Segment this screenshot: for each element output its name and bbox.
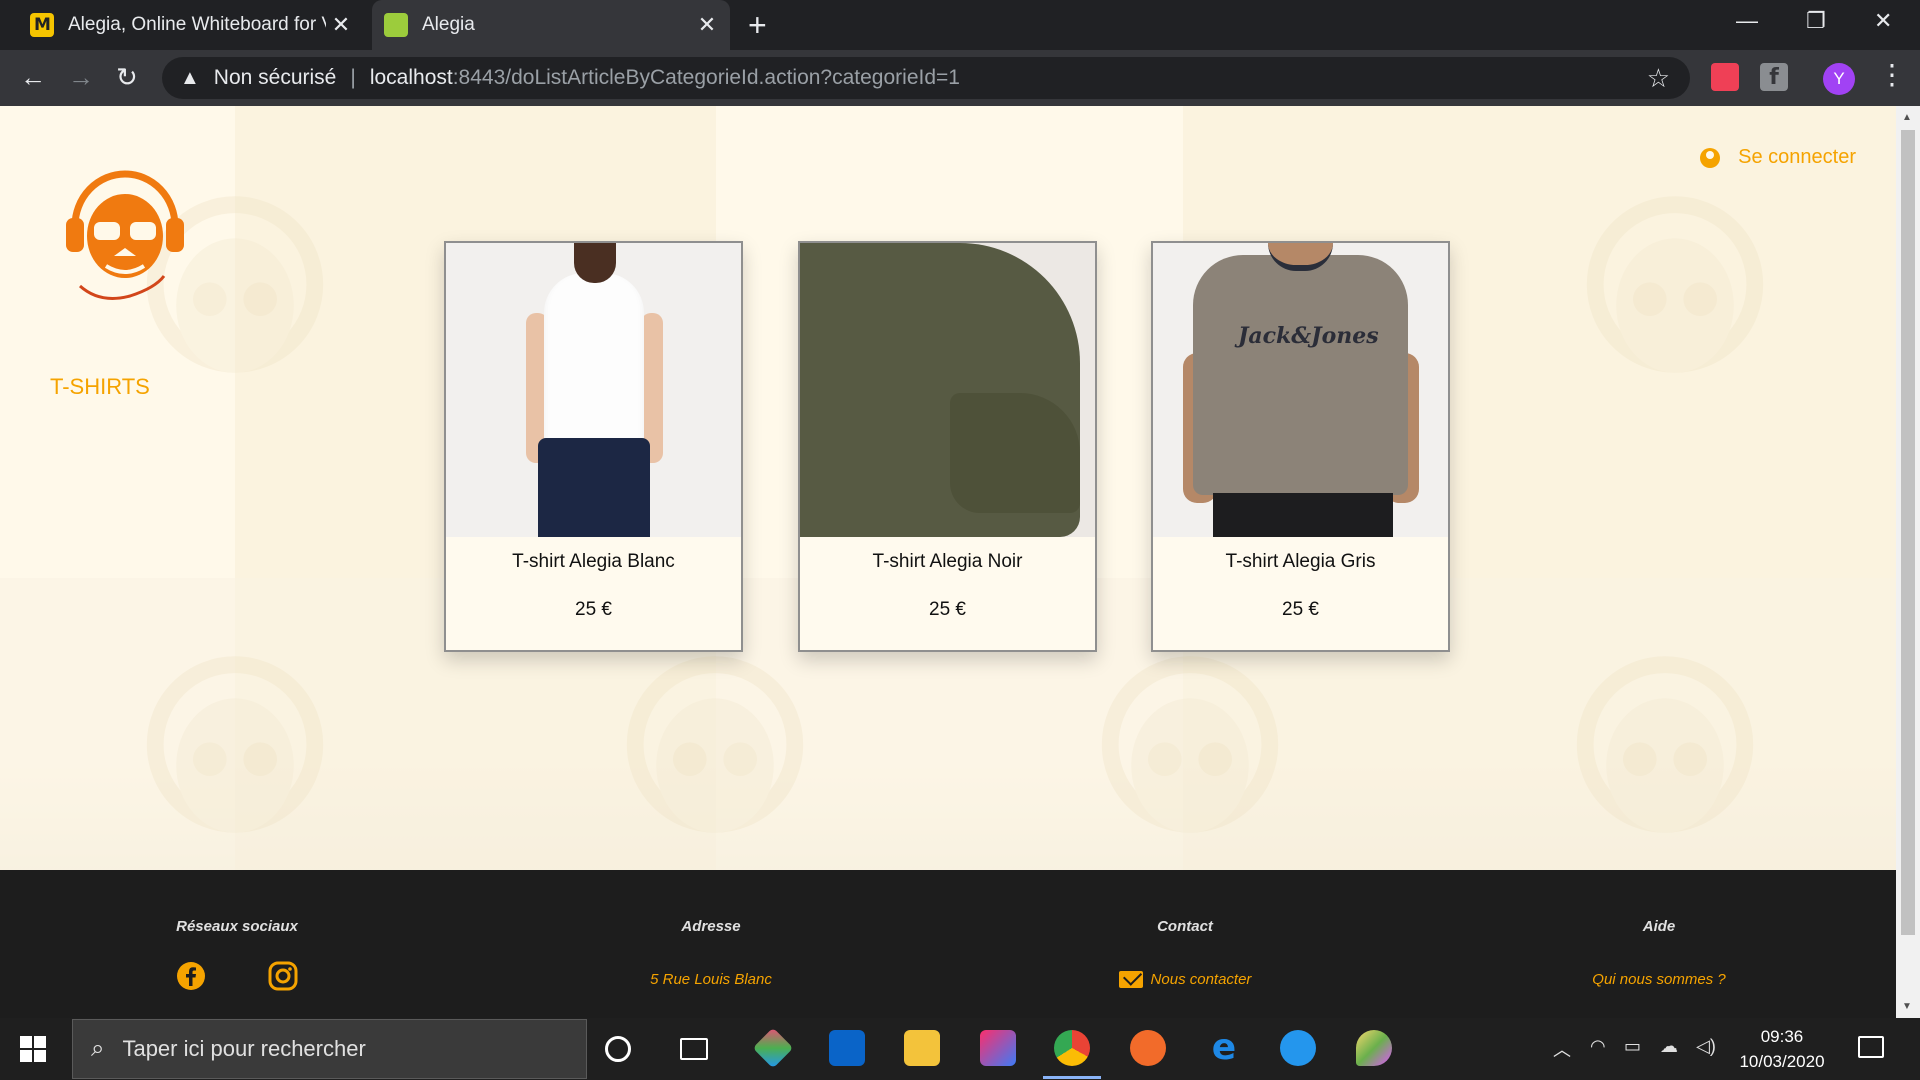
mail-app-icon[interactable] <box>829 1030 865 1066</box>
scroll-down-icon[interactable]: ▼ <box>1902 1001 1912 1012</box>
footer-heading: Aide <box>1642 918 1676 935</box>
taskbar-clock[interactable]: 09:36 10/03/2020 <box>1732 1024 1832 1074</box>
product-price: 25 € <box>929 599 966 620</box>
product-price: 25 € <box>575 599 612 620</box>
address-bar: ← → ↻ ▲ Non sécurisé | localhost :8443/d… <box>0 50 1920 106</box>
footer-heading: Réseaux sociaux <box>176 918 298 935</box>
notification-icon[interactable] <box>1858 1036 1884 1058</box>
skull-watermark-icon <box>130 646 340 906</box>
alegia-logo[interactable] <box>60 156 190 316</box>
skull-watermark-icon <box>1085 646 1295 906</box>
tab-title: Alegia, Online Whiteboard for Vi <box>68 14 326 35</box>
clock-date: 10/03/2020 <box>1739 1052 1825 1071</box>
footer-contact: Contact Nous contacter <box>948 870 1422 988</box>
profile-avatar[interactable]: Y <box>1823 63 1855 95</box>
browser-tab-bar: Alegia, Online Whiteboard for Vi ✕ Alegi… <box>0 0 1920 50</box>
product-price: 25 € <box>1282 599 1319 620</box>
warning-icon: ▲ <box>180 66 200 89</box>
facebook-icon[interactable] <box>176 961 206 991</box>
task-view-icon[interactable] <box>680 1038 708 1060</box>
site-footer: Réseaux sociaux Adresse 5 Rue Louis Blan… <box>0 870 1896 1018</box>
product-print-text: Jack&Jones <box>1238 323 1379 349</box>
restore-button[interactable]: ❐ <box>1806 8 1826 34</box>
footer-address: Adresse 5 Rue Louis Blanc <box>474 870 948 988</box>
tab-close-icon[interactable]: ✕ <box>692 12 722 38</box>
url-separator: | <box>350 66 356 89</box>
scrollbar-thumb[interactable] <box>1901 130 1915 935</box>
browser-menu-icon[interactable]: ⋮ <box>1878 60 1906 90</box>
gitkraken-icon[interactable] <box>752 1027 794 1069</box>
chrome-icon[interactable] <box>1054 1030 1090 1066</box>
footer-heading: Adresse <box>681 918 741 935</box>
miro-favicon-icon <box>30 13 54 37</box>
paint-icon[interactable] <box>1356 1030 1392 1066</box>
user-icon <box>1700 147 1721 168</box>
battery-icon[interactable]: ▭ <box>1624 1036 1641 1057</box>
docker-icon[interactable] <box>1280 1030 1316 1066</box>
instagram-icon[interactable] <box>268 961 298 991</box>
minimize-button[interactable]: — <box>1736 8 1758 34</box>
footer-heading: Contact <box>1157 918 1213 935</box>
onedrive-icon[interactable]: ☁ <box>1660 1036 1678 1057</box>
facebook-extension-icon[interactable]: f <box>1760 63 1788 91</box>
login-link[interactable]: Se connecter <box>1700 146 1856 169</box>
product-image[interactable] <box>446 243 741 537</box>
tab-close-icon[interactable]: ✕ <box>326 12 356 38</box>
postman-icon[interactable] <box>1130 1030 1166 1066</box>
skull-watermark-icon <box>610 646 820 906</box>
forward-button[interactable]: → <box>68 62 94 92</box>
product-name: T-shirt Alegia Blanc <box>512 551 675 572</box>
volume-icon[interactable]: ◁) <box>1696 1036 1716 1057</box>
windows-taskbar: ⌕ Taper ici pour rechercher e ︿ ◠ ▭ ☁ ◁)… <box>0 1018 1920 1080</box>
url-host: localhost <box>369 66 453 89</box>
page-scrollbar[interactable]: ▲ ▼ <box>1896 106 1920 1018</box>
leaf-favicon-icon <box>384 13 408 37</box>
tab-title: Alegia <box>422 14 475 35</box>
skull-watermark-icon <box>1560 646 1770 906</box>
taskbar-search-input[interactable]: ⌕ Taper ici pour rechercher <box>72 1019 587 1079</box>
contact-label: Nous contacter <box>1150 971 1252 988</box>
edge-icon[interactable]: e <box>1206 1030 1242 1066</box>
pocket-extension-icon[interactable] <box>1711 63 1739 91</box>
contact-link[interactable]: Nous contacter <box>948 971 1422 988</box>
about-link[interactable]: Qui nous sommes ? <box>1422 971 1896 988</box>
tab-alegia[interactable]: Alegia ✕ <box>372 0 730 50</box>
footer-social: Réseaux sociaux <box>0 870 474 991</box>
product-card[interactable]: T-shirt Alegia Noir 25 € <box>798 241 1097 652</box>
login-label: Se connecter <box>1738 146 1856 168</box>
reload-button[interactable]: ↻ <box>116 62 138 92</box>
product-name: T-shirt Alegia Noir <box>872 551 1023 572</box>
scroll-up-icon[interactable]: ▲ <box>1902 112 1912 123</box>
url-field[interactable]: ▲ Non sécurisé | localhost :8443/doListA… <box>162 57 1690 99</box>
skull-watermark-icon <box>1570 186 1780 446</box>
tray-chevron-icon[interactable]: ︿ <box>1553 1036 1571 1062</box>
product-card[interactable]: T-shirt Alegia Blanc 25 € <box>444 241 743 652</box>
windows-start-icon[interactable] <box>20 1036 46 1062</box>
product-name: T-shirt Alegia Gris <box>1225 551 1376 572</box>
mail-icon <box>1118 971 1143 988</box>
back-button[interactable]: ← <box>20 62 46 92</box>
search-placeholder: Taper ici pour rechercher <box>122 1036 366 1061</box>
sidebar-item-tshirts[interactable]: T-SHIRTS <box>50 374 150 400</box>
security-label[interactable]: Non sécurisé <box>214 66 337 90</box>
tab-miro[interactable]: Alegia, Online Whiteboard for Vi ✕ <box>18 0 364 50</box>
network-icon[interactable]: ◠ <box>1590 1036 1606 1057</box>
window-close-button[interactable]: ✕ <box>1874 8 1892 34</box>
clock-time: 09:36 <box>1760 1027 1804 1046</box>
url-path: :8443/doListArticleByCategorieId.action?… <box>452 66 960 89</box>
new-tab-button[interactable]: + <box>748 8 767 42</box>
active-app-indicator <box>1043 1076 1101 1079</box>
bookmark-star-icon[interactable]: ☆ <box>1647 63 1670 94</box>
cortana-icon[interactable] <box>605 1036 631 1062</box>
product-card[interactable]: Jack&Jones T-shirt Alegia Gris 25 € <box>1151 241 1450 652</box>
file-explorer-icon[interactable] <box>904 1030 940 1066</box>
product-image[interactable] <box>800 243 1095 537</box>
intellij-icon[interactable] <box>980 1030 1016 1066</box>
address-text: 5 Rue Louis Blanc <box>650 971 772 988</box>
search-icon: ⌕ <box>91 1035 105 1062</box>
page-viewport: T-SHIRTS Se connecter T-shirt Alegia Bla… <box>0 106 1896 1018</box>
product-image[interactable]: Jack&Jones <box>1153 243 1448 537</box>
footer-help: Aide Qui nous sommes ? <box>1422 870 1896 988</box>
